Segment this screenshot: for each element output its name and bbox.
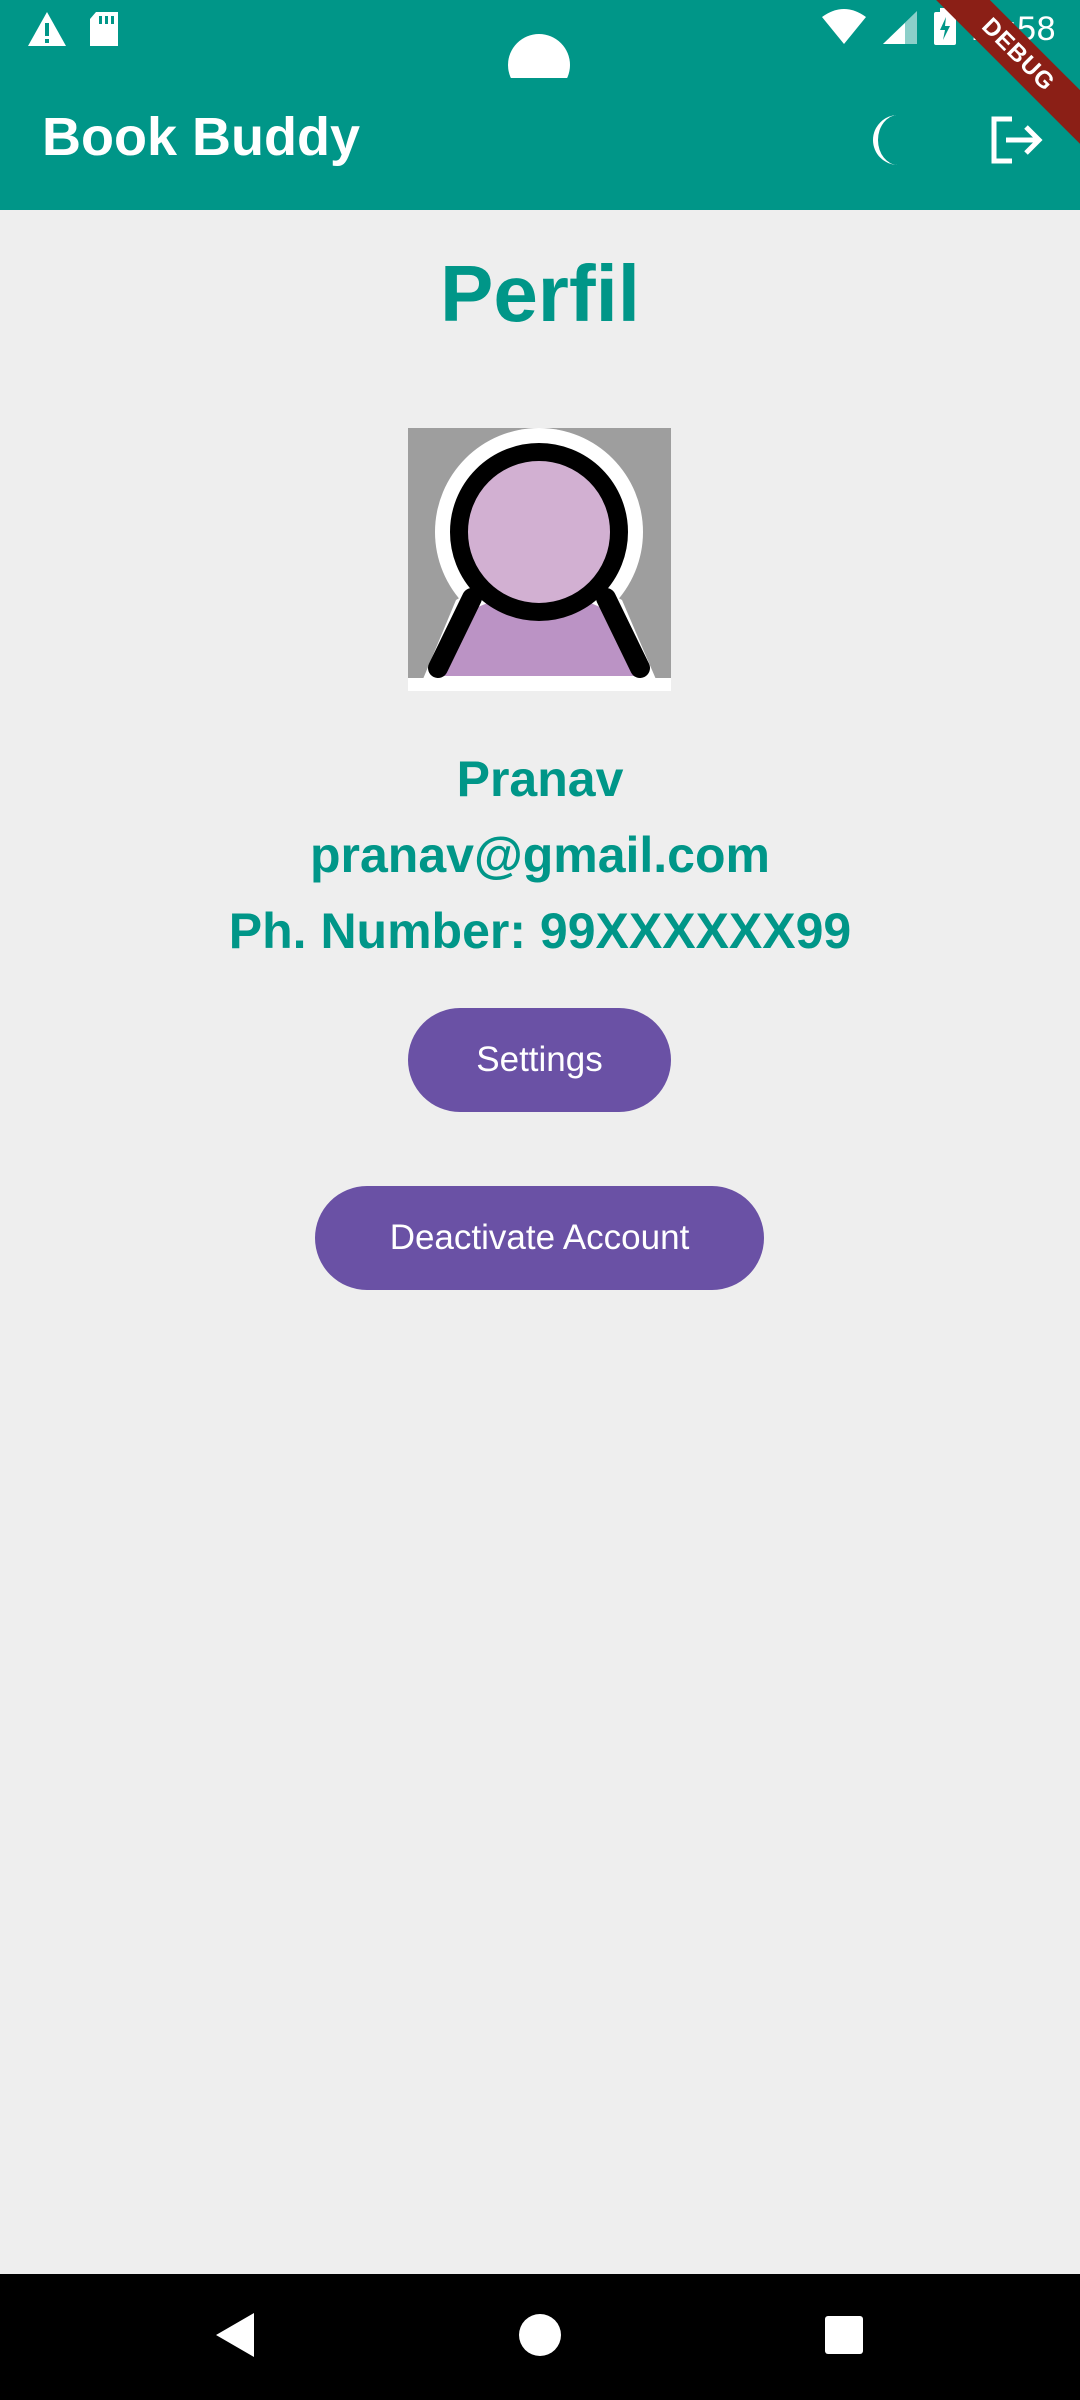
signal-icon: [881, 9, 919, 50]
nav-back-button[interactable]: [176, 2274, 296, 2400]
person-avatar-icon: [408, 428, 671, 691]
nav-recents-button[interactable]: [784, 2274, 904, 2400]
moon-icon: [868, 113, 912, 172]
settings-button[interactable]: Settings: [408, 1008, 671, 1112]
avatar: [408, 428, 671, 691]
app-title: Book Buddy: [42, 107, 360, 167]
system-nav-bar: [0, 2274, 1080, 2400]
warning-icon: [26, 10, 68, 53]
home-icon: [517, 2312, 563, 2363]
nav-home-button[interactable]: [480, 2274, 600, 2400]
dark-mode-button[interactable]: [850, 102, 930, 182]
deactivate-account-button[interactable]: Deactivate Account: [315, 1186, 764, 1290]
wifi-icon: [821, 9, 867, 50]
status-bar: 11:58: [0, 0, 1080, 96]
app-bar: Book Buddy: [0, 78, 1080, 210]
sd-card-icon: [88, 10, 120, 53]
logout-button[interactable]: [976, 102, 1056, 182]
logout-icon: [988, 115, 1044, 170]
back-icon: [214, 2311, 258, 2364]
user-phone: Ph. Number: 99XXXXXX99: [228, 903, 852, 959]
user-name: Pranav: [456, 751, 624, 807]
recents-icon: [824, 2315, 864, 2360]
page-title: Perfil: [439, 249, 641, 338]
user-email: pranav@gmail.com: [309, 827, 770, 883]
status-left-icons: [26, 10, 120, 53]
